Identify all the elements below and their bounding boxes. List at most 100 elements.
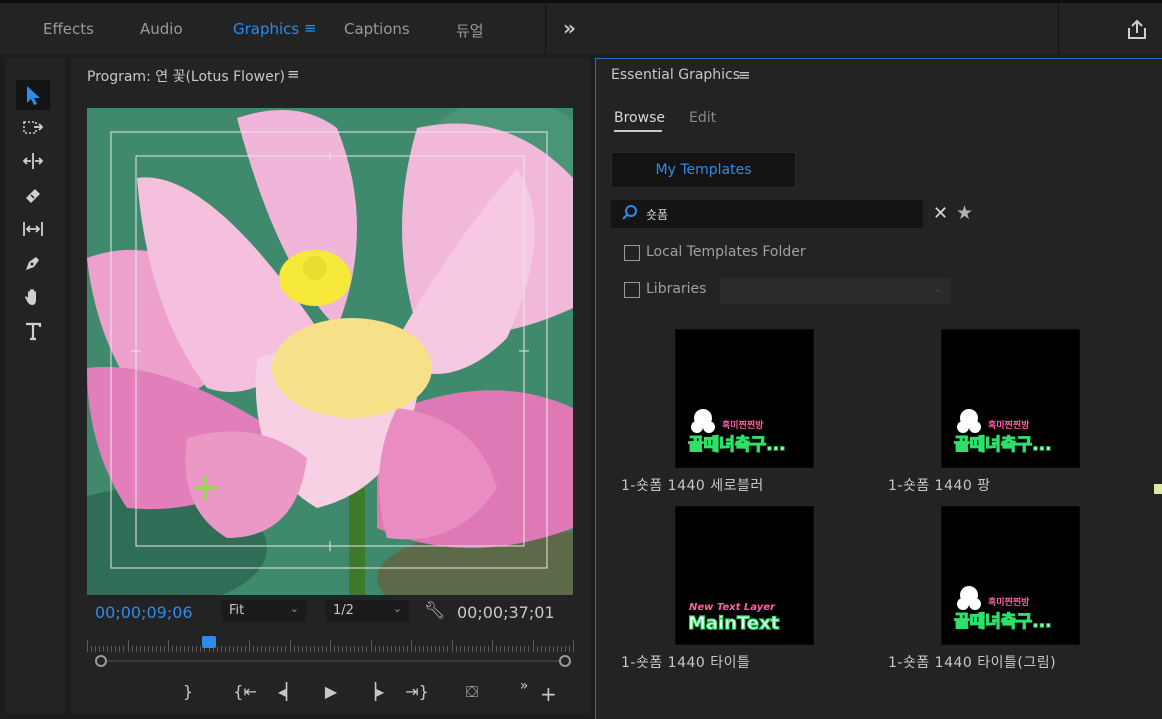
my-templates-button[interactable]: My Templates xyxy=(611,152,796,188)
step-forward-button[interactable]: ▕▸ xyxy=(363,680,385,704)
ruler-tick xyxy=(338,646,340,652)
ruler-tick xyxy=(127,640,129,652)
ripple-edit-tool[interactable] xyxy=(16,146,50,176)
ripple-edit-icon xyxy=(22,153,44,169)
ruler-tick xyxy=(516,646,518,652)
tab-effects[interactable]: Effects xyxy=(43,20,94,38)
scrollbar-end-handle[interactable] xyxy=(559,655,571,667)
ruler-tick xyxy=(431,646,433,652)
template-thumbnail[interactable]: 흑미찐찐방 골때녀축구... xyxy=(941,329,1080,468)
program-monitor: Program: 연 꽃(Lotus Flower) ≡ 00;00;09;06… xyxy=(71,58,590,714)
program-menu-icon[interactable]: ≡ xyxy=(287,65,300,83)
share-icon[interactable] xyxy=(1126,19,1148,41)
tab-browse[interactable]: Browse xyxy=(614,110,665,126)
panel-menu-icon[interactable]: ≡ xyxy=(738,66,751,84)
tab-graphics[interactable]: Graphics xyxy=(233,20,299,38)
ruler-tick xyxy=(249,640,250,652)
ruler-tick xyxy=(455,646,457,652)
zoom-scrollbar[interactable] xyxy=(95,655,571,667)
tab-audio[interactable]: Audio xyxy=(140,20,183,38)
ruler-tick xyxy=(374,646,376,652)
time-ruler[interactable] xyxy=(87,638,574,652)
type-tool[interactable] xyxy=(16,316,50,346)
template-label[interactable]: 1-숏폼 1440 타이틀(그림) xyxy=(888,652,1056,672)
hand-tool[interactable] xyxy=(16,282,50,312)
local-templates-checkbox[interactable] xyxy=(624,245,640,261)
selection-tool[interactable] xyxy=(16,80,50,110)
scrollbar-start-handle[interactable] xyxy=(95,655,107,667)
template-label[interactable]: 1-숏폼 1440 세로블러 xyxy=(621,475,764,495)
program-title[interactable]: Program: 연 꽃(Lotus Flower) xyxy=(87,66,285,86)
ruler-tick xyxy=(548,646,550,652)
track-select-tool[interactable] xyxy=(16,113,50,143)
ruler-tick xyxy=(317,646,319,652)
wrench-icon[interactable]: 🔧︎ xyxy=(424,601,446,621)
current-timecode[interactable]: 00;00;09;06 xyxy=(95,603,193,622)
ruler-tick xyxy=(159,646,161,652)
razor-tool[interactable] xyxy=(16,180,50,210)
tab-captions[interactable]: Captions xyxy=(344,20,410,38)
ruler-tick xyxy=(540,646,542,652)
favorites-star-icon[interactable]: ★ xyxy=(956,202,973,224)
ruler-tick xyxy=(471,646,473,652)
search-value: 숏폼 xyxy=(646,208,669,222)
workspace-menu-icon[interactable]: ≡ xyxy=(304,19,317,37)
step-back-button[interactable]: ◂▏ xyxy=(277,680,299,704)
ruler-tick xyxy=(504,646,506,652)
tab-dual[interactable]: 듀얼 xyxy=(456,20,484,41)
more-workspaces-icon[interactable]: » xyxy=(563,16,576,40)
libraries-select[interactable]: ⌄ xyxy=(720,278,951,304)
panel-resize-handle[interactable] xyxy=(1154,484,1162,494)
template-thumbnail[interactable]: New Text Layer MainText xyxy=(675,506,814,645)
template-thumbnail[interactable]: 흑미찐찐방 골때녀축구... xyxy=(941,506,1080,645)
resolution-select[interactable]: 1/2 ⌄ xyxy=(326,600,409,622)
ruler-tick xyxy=(269,646,271,652)
ruler-tick xyxy=(402,646,404,652)
ruler-tick xyxy=(107,646,109,652)
template-thumbnail[interactable]: 흑미찐찐방 골때녀축구... xyxy=(675,329,814,468)
template-label[interactable]: 1-숏폼 1440 팡 xyxy=(888,475,991,495)
search-input[interactable]: 숏폼 ✕ xyxy=(611,200,948,228)
playhead[interactable] xyxy=(201,636,216,648)
ruler-tick xyxy=(244,646,246,652)
ruler-tick xyxy=(447,646,449,652)
add-button[interactable]: + xyxy=(540,682,557,706)
razor-icon xyxy=(26,189,40,203)
template-label[interactable]: 1-숏폼 1440 타이틀 xyxy=(621,652,750,672)
chevron-down-icon: ⌄ xyxy=(392,602,402,615)
svg-text:흑미찐찐방: 흑미찐찐방 xyxy=(988,596,1030,608)
play-button[interactable]: ▶ xyxy=(321,680,341,704)
clear-search-icon[interactable]: ✕ xyxy=(933,203,948,224)
ruler-tick xyxy=(544,646,546,652)
resolution-value: 1/2 xyxy=(333,603,354,618)
ruler-tick xyxy=(155,646,157,652)
export-frame-icon[interactable]: ⛋ xyxy=(459,680,485,704)
tools-panel xyxy=(5,58,65,714)
divider xyxy=(545,3,546,54)
svg-text:MainText: MainText xyxy=(688,613,780,634)
mark-out-button[interactable]: } xyxy=(181,680,195,704)
pen-tool[interactable] xyxy=(16,248,50,278)
ruler-tick xyxy=(95,646,97,652)
ruler-tick xyxy=(358,646,360,652)
go-to-in-button[interactable]: {⇤ xyxy=(233,680,257,704)
ruler-tick xyxy=(423,646,425,652)
slip-tool[interactable] xyxy=(16,214,50,244)
ruler-tick xyxy=(528,646,530,652)
ruler-tick xyxy=(483,646,485,652)
tab-edit[interactable]: Edit xyxy=(689,110,716,126)
ruler-tick xyxy=(427,646,429,652)
video-viewer[interactable] xyxy=(87,108,573,595)
ruler-tick xyxy=(180,646,182,652)
ruler-tick xyxy=(382,646,384,652)
svg-text:흑미찐찐방: 흑미찐찐방 xyxy=(722,419,764,431)
svg-text:흑미찐찐방: 흑미찐찐방 xyxy=(988,419,1030,431)
ruler-tick xyxy=(411,640,412,652)
zoom-select[interactable]: Fit ⌄ xyxy=(222,600,306,622)
more-controls-icon[interactable]: » xyxy=(516,674,532,698)
libraries-checkbox[interactable] xyxy=(624,282,640,298)
panel-title[interactable]: Essential Graphics xyxy=(611,67,740,83)
go-to-out-button[interactable]: ⇥} xyxy=(405,680,429,704)
ruler-tick xyxy=(220,646,222,652)
ruler-tick xyxy=(560,646,562,652)
